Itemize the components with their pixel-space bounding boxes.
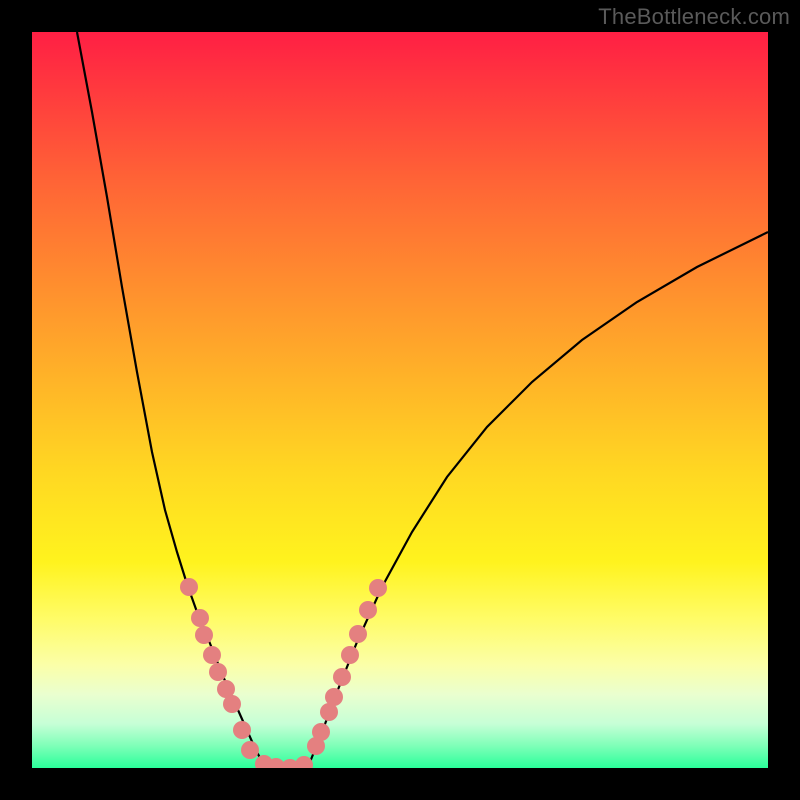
sample-dot (333, 668, 351, 686)
sample-dot (191, 609, 209, 627)
sample-dot (209, 663, 227, 681)
sample-dot (180, 578, 198, 596)
sample-dot (233, 721, 251, 739)
sample-dot (349, 625, 367, 643)
sample-dot (295, 756, 313, 768)
sample-dot (203, 646, 221, 664)
sample-dot (195, 626, 213, 644)
sample-dots-group (180, 578, 387, 768)
chart-svg (32, 32, 768, 768)
sample-dot (359, 601, 377, 619)
sample-dot (341, 646, 359, 664)
sample-dot (223, 695, 241, 713)
sample-dot (241, 741, 259, 759)
sample-dot (325, 688, 343, 706)
sample-dot (312, 723, 330, 741)
bottleneck-curve (77, 32, 768, 768)
sample-dot (369, 579, 387, 597)
watermark-text: TheBottleneck.com (598, 4, 790, 30)
chart-frame (32, 32, 768, 768)
